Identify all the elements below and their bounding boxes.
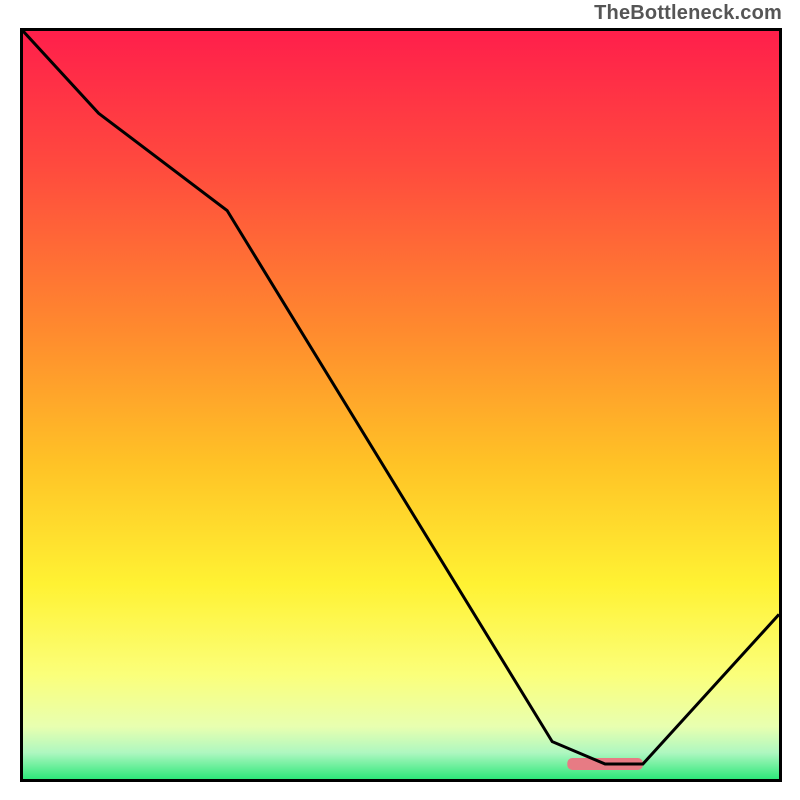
chart-svg: [23, 31, 779, 779]
chart-plot-area: [20, 28, 782, 782]
watermark-text: TheBottleneck.com: [594, 2, 782, 25]
